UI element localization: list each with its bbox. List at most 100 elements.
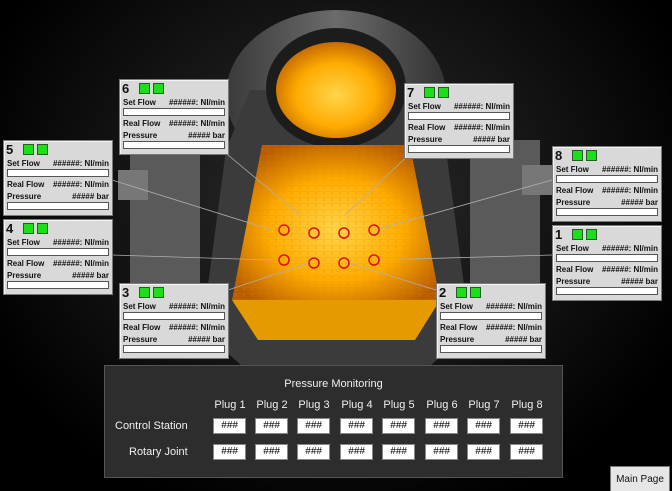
set-flow-input[interactable] [7,248,109,256]
real-flow-label: Real Flow [123,118,161,128]
control-station-plug-3: ### [297,418,330,434]
pressure-value: ##### bar [72,191,109,201]
column-header-plug-3: Plug 3 [298,399,330,411]
real-flow-value: ######: Nl/min [601,185,658,195]
plug-number: 4 [6,220,14,236]
set-flow-input[interactable] [408,112,510,120]
set-flow-value: ######: Nl/min [453,101,510,111]
main-page-button[interactable]: Main Page [610,466,670,491]
pressure-bar [123,141,225,149]
plug-panel-2[interactable]: 2 Set Flow ######: Nl/min Real Flow ######… [436,283,546,359]
control-station-plug-2: ### [255,418,288,434]
plug-panel-1[interactable]: 1 Set Flow ######: Nl/min Real Flow ######… [552,225,662,301]
set-flow-label: Set Flow [408,101,441,111]
pressure-label: Pressure [556,197,591,207]
rotary-joint-plug-3: ### [297,444,330,460]
column-header-plug-7: Plug 7 [468,399,500,411]
row-label-control-station: Control Station [115,420,188,432]
status-indicator [139,286,150,298]
status-indicator [139,82,150,94]
pressure-bar [556,208,658,216]
rotary-joint-plug-4: ### [340,444,373,460]
column-header-plug-4: Plug 4 [341,399,373,411]
control-station-plug-4: ### [340,418,373,434]
set-flow-label: Set Flow [7,237,40,247]
rotary-joint-plug-8: ### [510,444,543,460]
column-header-plug-5: Plug 5 [383,399,415,411]
status-indicator [23,143,34,155]
rotary-joint-plug-6: ### [425,444,458,460]
real-flow-label: Real Flow [556,264,594,274]
plug-number: 7 [407,84,415,100]
plug-number: 1 [555,226,563,242]
status-indicator [572,149,583,161]
real-flow-label: Real Flow [7,179,45,189]
refractory-lining [232,145,440,300]
pressure-bar [7,202,109,210]
plug-panel-8[interactable]: 8 Set Flow ######: Nl/min Real Flow ######… [552,146,662,222]
set-flow-input[interactable] [123,108,225,116]
plug-panel-4[interactable]: 4 Set Flow ######: Nl/min Real Flow ######… [3,219,113,295]
pressure-value: ##### bar [621,197,658,207]
pressure-bar [408,145,510,153]
plug-panel-7[interactable]: 7 Set Flow ######: Nl/min Real Flow ######… [404,83,514,159]
status-indicator [424,86,435,98]
set-flow-input[interactable] [123,312,225,320]
pressure-label: Pressure [440,334,475,344]
rotary-joint-plug-2: ### [255,444,288,460]
set-flow-label: Set Flow [556,243,589,253]
status-indicator [586,228,597,240]
rotary-joint-plug-1: ### [213,444,246,460]
plug-panel-5[interactable]: 5 Set Flow ######: Nl/min Real Flow ######… [3,140,113,216]
real-flow-value: ######: Nl/min [601,264,658,274]
pressure-label: Pressure [123,130,158,140]
pressure-label: Pressure [556,276,591,286]
plug-number: 3 [122,284,130,300]
set-flow-input[interactable] [556,175,658,183]
converter-mouth-glow [276,42,396,138]
pressure-value: ##### bar [188,130,225,140]
pressure-label: Pressure [123,334,158,344]
column-header-plug-1: Plug 1 [214,399,246,411]
real-flow-value: ######: Nl/min [485,322,542,332]
set-flow-input[interactable] [440,312,542,320]
real-flow-label: Real Flow [556,185,594,195]
plug-number: 6 [122,80,130,96]
pressure-value: ##### bar [473,134,510,144]
set-flow-value: ######: Nl/min [52,237,109,247]
control-station-plug-1: ### [213,418,246,434]
real-flow-value: ######: Nl/min [453,122,510,132]
status-indicator [456,286,467,298]
left-shaft [118,170,148,200]
status-indicator [470,286,481,298]
status-indicator [37,222,48,234]
pressure-monitoring-title: Pressure Monitoring [284,378,383,390]
real-flow-value: ######: Nl/min [52,179,109,189]
set-flow-value: ######: Nl/min [168,301,225,311]
pressure-value: ##### bar [72,270,109,280]
pressure-value: ##### bar [505,334,542,344]
set-flow-value: ######: Nl/min [601,243,658,253]
row-label-rotary-joint: Rotary Joint [129,446,188,458]
column-header-plug-8: Plug 8 [511,399,543,411]
set-flow-value: ######: Nl/min [485,301,542,311]
real-flow-label: Real Flow [123,322,161,332]
pressure-bar [440,345,542,353]
pressure-bar [123,345,225,353]
plug-panel-6[interactable]: 6 Set Flow ######: Nl/min Real Flow ######… [119,79,229,155]
status-indicator [37,143,48,155]
column-header-plug-6: Plug 6 [426,399,458,411]
set-flow-label: Set Flow [440,301,473,311]
plug-panel-3[interactable]: 3 Set Flow ######: Nl/min Real Flow ######… [119,283,229,359]
control-station-plug-8: ### [510,418,543,434]
real-flow-value: ######: Nl/min [52,258,109,268]
right-shaft [522,165,552,195]
vessel-bottom [232,300,440,340]
pressure-monitoring-panel: Pressure Monitoring Plug 1 Plug 2 Plug 3… [104,365,563,478]
status-indicator [572,228,583,240]
status-indicator [586,149,597,161]
set-flow-input[interactable] [556,254,658,262]
set-flow-input[interactable] [7,169,109,177]
pressure-label: Pressure [7,270,42,280]
set-flow-value: ######: Nl/min [168,97,225,107]
